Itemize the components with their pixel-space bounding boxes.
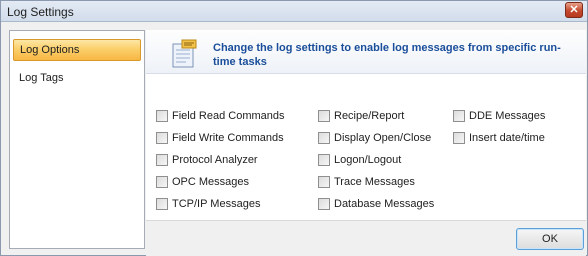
checkbox-label: Database Messages bbox=[334, 198, 435, 210]
field-write-commands-checkbox[interactable]: Field Write Commands bbox=[156, 130, 284, 146]
checkbox-box[interactable] bbox=[156, 154, 168, 166]
sidebar-item-label: Log Options bbox=[20, 44, 80, 56]
trace-messages-checkbox[interactable]: Trace Messages bbox=[318, 174, 415, 190]
sidebar: Log Options Log Tags bbox=[9, 30, 145, 249]
close-icon: ✕ bbox=[569, 4, 579, 16]
checkbox-box[interactable] bbox=[156, 198, 168, 210]
checkbox-label: Recipe/Report bbox=[334, 110, 405, 122]
checkbox-label: Field Read Commands bbox=[172, 110, 285, 122]
logon-logout-checkbox[interactable]: Logon/Logout bbox=[318, 152, 401, 168]
sidebar-item-log-options[interactable]: Log Options bbox=[13, 39, 141, 61]
display-open-close-checkbox[interactable]: Display Open/Close bbox=[318, 130, 431, 146]
checkbox-box[interactable] bbox=[318, 176, 330, 188]
banner-description: Change the log settings to enable log me… bbox=[213, 42, 561, 68]
checkbox-box[interactable] bbox=[156, 132, 168, 144]
log-settings-icon bbox=[172, 39, 197, 68]
checkbox-label: Logon/Logout bbox=[334, 154, 402, 166]
insert-date-time-checkbox[interactable]: Insert date/time bbox=[453, 130, 545, 146]
banner: Change the log settings to enable log me… bbox=[146, 30, 586, 74]
checkbox-box[interactable] bbox=[318, 198, 330, 210]
database-messages-checkbox[interactable]: Database Messages bbox=[318, 196, 434, 212]
recipe-report-checkbox[interactable]: Recipe/Report bbox=[318, 108, 404, 124]
close-button[interactable]: ✕ bbox=[565, 2, 583, 18]
checkbox-box[interactable] bbox=[318, 154, 330, 166]
checkbox-label: Field Write Commands bbox=[172, 132, 284, 144]
dde-messages-checkbox[interactable]: DDE Messages bbox=[453, 108, 545, 124]
protocol-analyzer-checkbox[interactable]: Protocol Analyzer bbox=[156, 152, 258, 168]
checkbox-label: Trace Messages bbox=[334, 176, 415, 188]
checkbox-box[interactable] bbox=[453, 132, 465, 144]
checkbox-box[interactable] bbox=[318, 110, 330, 122]
checkbox-label: Insert date/time bbox=[469, 132, 545, 144]
checkbox-label: Display Open/Close bbox=[334, 132, 432, 144]
opc-messages-checkbox[interactable]: OPC Messages bbox=[156, 174, 249, 190]
log-options-panel: Change the log settings to enable log me… bbox=[146, 30, 586, 249]
checkbox-label: TCP/IP Messages bbox=[172, 198, 261, 210]
checkbox-label: DDE Messages bbox=[469, 110, 546, 122]
tcp-ip-messages-checkbox[interactable]: TCP/IP Messages bbox=[156, 196, 260, 212]
checkbox-box[interactable] bbox=[156, 110, 168, 122]
sidebar-item-log-tags[interactable]: Log Tags bbox=[13, 67, 141, 89]
title-bar[interactable]: Log Settings ✕ bbox=[1, 1, 587, 22]
window-title: Log Settings bbox=[7, 5, 74, 19]
checkbox-box[interactable] bbox=[318, 132, 330, 144]
checkbox-label: Protocol Analyzer bbox=[172, 154, 258, 166]
sidebar-item-label: Log Tags bbox=[19, 72, 64, 84]
field-read-commands-checkbox[interactable]: Field Read Commands bbox=[156, 108, 285, 124]
ok-button[interactable]: OK bbox=[516, 228, 584, 250]
checkbox-box[interactable] bbox=[156, 176, 168, 188]
checkbox-box[interactable] bbox=[453, 110, 465, 122]
checkbox-label: OPC Messages bbox=[172, 176, 250, 188]
